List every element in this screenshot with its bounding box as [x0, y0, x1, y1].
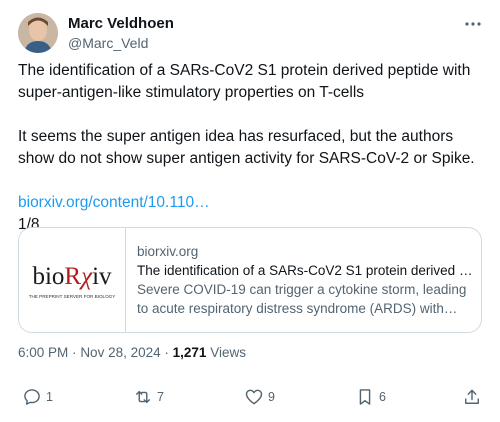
svg-text:bioRχiv: bioRχiv — [32, 263, 112, 290]
reply-button[interactable]: 1 — [22, 385, 53, 409]
reply-count: 1 — [46, 390, 53, 404]
views-count: 1,271 — [172, 345, 207, 360]
reply-icon — [24, 389, 40, 405]
post-link[interactable]: biorxiv.org/content/10.110… — [18, 192, 210, 214]
repost-button[interactable]: 7 — [133, 385, 164, 409]
bookmark-icon — [359, 389, 371, 405]
author-name[interactable]: Marc Veldhoen — [68, 15, 174, 32]
action-bar: 1 7 9 6 — [18, 385, 484, 409]
more-options-icon[interactable] — [462, 13, 484, 35]
post-card: Marc Veldhoen @Marc_Veld The identificat… — [0, 0, 500, 422]
biorxiv-logo: bioRχiv THE PREPRINT SERVER FOR BIOLOGY — [19, 228, 126, 332]
repost-icon — [136, 390, 150, 404]
share-button[interactable] — [462, 385, 482, 409]
avatar[interactable] — [18, 13, 58, 53]
post-date[interactable]: Nov 28, 2024 — [80, 345, 160, 360]
post-body: The identification of a SARs-CoV2 S1 pro… — [18, 60, 484, 236]
author-handle[interactable]: @Marc_Veld — [68, 35, 148, 51]
post-meta: 6:00 PM · Nov 28, 2024 · 1,271 Views — [18, 345, 246, 360]
bookmark-button[interactable]: 6 — [355, 385, 386, 409]
preview-domain: biorxiv.org — [137, 244, 199, 259]
share-icon — [465, 389, 479, 404]
meta-separator: · — [72, 345, 77, 360]
post-header: Marc Veldhoen @Marc_Veld — [18, 13, 484, 53]
post-paragraph-2: It seems the super antigen idea has resu… — [18, 128, 475, 167]
repost-count: 7 — [157, 390, 164, 404]
heart-icon — [245, 389, 263, 405]
like-count: 9 — [268, 390, 275, 404]
preview-text: biorxiv.org The identification of a SARs… — [137, 242, 475, 318]
post-paragraph-1: The identification of a SARs-CoV2 S1 pro… — [18, 62, 471, 101]
bookmark-count: 6 — [379, 390, 386, 404]
like-button[interactable]: 9 — [244, 385, 275, 409]
svg-text:THE PREPRINT SERVER FOR BIOLOG: THE PREPRINT SERVER FOR BIOLOGY — [29, 294, 116, 299]
views-label: Views — [210, 345, 246, 360]
link-preview-card[interactable]: bioRχiv THE PREPRINT SERVER FOR BIOLOGY … — [18, 227, 482, 333]
preview-title: The identification of a SARs-CoV2 S1 pro… — [137, 263, 475, 278]
post-time[interactable]: 6:00 PM — [18, 345, 68, 360]
meta-separator-2: · — [164, 345, 169, 360]
preview-description: Severe COVID-19 can trigger a cytokine s… — [137, 282, 467, 316]
